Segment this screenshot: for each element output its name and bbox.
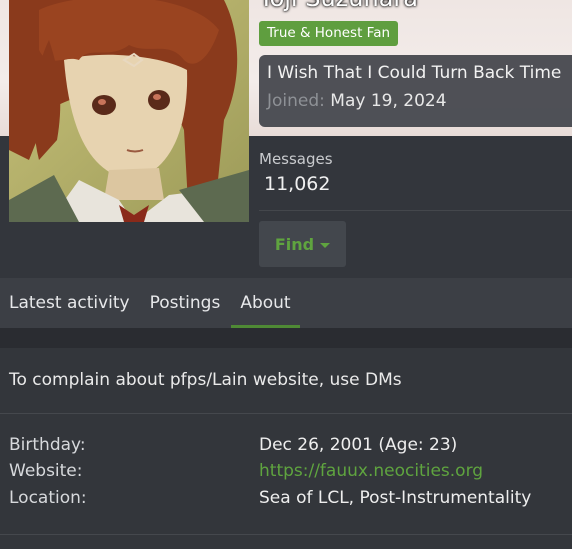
divider: [259, 210, 572, 211]
avatar[interactable]: [9, 0, 249, 222]
joined-label: Joined:: [267, 91, 325, 111]
messages-label: Messages: [259, 150, 333, 168]
tab-postings[interactable]: Postings: [141, 278, 230, 328]
website-label: Website:: [9, 461, 83, 481]
find-button[interactable]: Find: [259, 221, 346, 267]
status-text: I Wish That I Could Turn Back Time: [267, 63, 562, 83]
tab-about[interactable]: About: [231, 278, 300, 328]
section-gap: [0, 328, 572, 348]
about-panel: To complain about pfps/Lain website, use…: [0, 348, 572, 549]
divider: [0, 534, 572, 535]
joined-info: Joined: May 19, 2024: [267, 91, 572, 111]
status-box: I Wish That I Could Turn Back Time Joine…: [259, 55, 572, 127]
birthday-value: Dec 26, 2001 (Age: 23): [259, 435, 458, 455]
find-label: Find: [274, 234, 315, 254]
joined-value: May 19, 2024: [330, 91, 447, 111]
messages-count[interactable]: 11,062: [264, 173, 330, 195]
chevron-down-icon: [320, 242, 331, 248]
user-title-badge: True & Honest Fan: [259, 21, 399, 46]
tab-latest-activity[interactable]: Latest activity: [0, 278, 139, 328]
website-link[interactable]: https://fauux.neocities.org: [259, 461, 483, 481]
location-label: Location:: [9, 488, 87, 508]
location-value: Sea of LCL, Post-Instrumentality: [259, 488, 532, 508]
profile-tabs: Latest activity Postings About: [0, 278, 572, 328]
birthday-label: Birthday:: [9, 435, 86, 455]
profile-page: Toji Suzuhara True & Honest Fan I Wish T…: [0, 0, 572, 549]
about-text: To complain about pfps/Lain website, use…: [9, 370, 402, 390]
username[interactable]: Toji Suzuhara: [259, 0, 418, 12]
divider: [0, 413, 572, 414]
